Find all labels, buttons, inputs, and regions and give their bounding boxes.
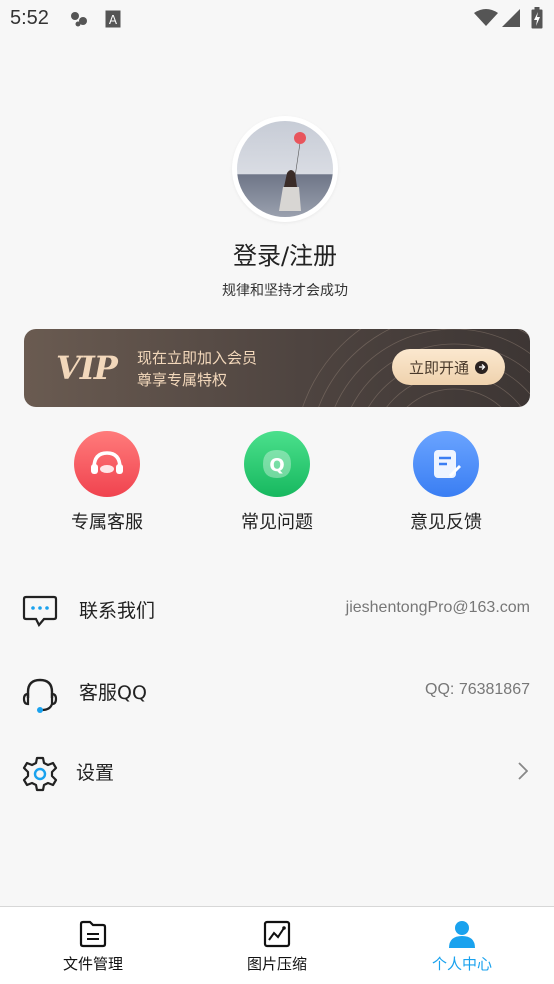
tab-personal-center[interactable]: 个人中心 bbox=[397, 907, 527, 984]
vip-line-2: 尊享专属特权 bbox=[137, 371, 228, 389]
tab-image-compress[interactable]: 图片压缩 bbox=[212, 907, 342, 984]
gear-icon bbox=[22, 756, 58, 792]
battery-icon bbox=[531, 7, 543, 29]
connection-icon bbox=[71, 12, 87, 27]
avatar-image bbox=[237, 121, 333, 217]
feature-customer-service[interactable]: 专属客服 bbox=[52, 431, 162, 534]
profile-slogan: 规律和坚持才会成功 bbox=[222, 283, 348, 299]
tab-file-management[interactable]: 文件管理 bbox=[28, 907, 158, 984]
faq-icon: Q bbox=[244, 431, 310, 497]
settings-row[interactable]: 设置 bbox=[0, 742, 554, 802]
avatar[interactable] bbox=[232, 116, 338, 222]
vip-line-1: 现在立即加入会员 bbox=[137, 349, 258, 367]
file-icon bbox=[78, 919, 108, 949]
text-a-icon: A bbox=[105, 10, 121, 28]
svg-text:A: A bbox=[109, 13, 118, 27]
feature-customer-service-label: 专属客服 bbox=[71, 512, 143, 533]
feedback-icon bbox=[413, 431, 479, 497]
headset-icon bbox=[74, 431, 140, 497]
customer-qq-label: 客服QQ bbox=[79, 682, 147, 704]
contact-us-row[interactable]: 联系我们 jieshentongPro@163.com bbox=[0, 580, 554, 640]
bottom-tab-bar: 文件管理 图片压缩 个人中心 bbox=[0, 906, 554, 984]
person-icon bbox=[447, 919, 477, 949]
image-chart-icon bbox=[262, 919, 292, 949]
tab-image-compress-label: 图片压缩 bbox=[246, 955, 307, 973]
vip-banner[interactable]: VIP 现在立即加入会员 尊享专属特权 立即开通 bbox=[24, 329, 530, 407]
tab-personal-center-label: 个人中心 bbox=[431, 955, 492, 973]
chevron-right-icon bbox=[518, 762, 528, 780]
wifi-icon bbox=[474, 9, 498, 26]
status-time: 5:52 bbox=[10, 7, 49, 29]
settings-label: 设置 bbox=[76, 762, 115, 784]
signal-icon bbox=[502, 9, 520, 27]
message-icon bbox=[22, 595, 58, 627]
vip-logo: VIP bbox=[56, 349, 118, 387]
feature-faq[interactable]: Q 常见问题 bbox=[222, 431, 332, 534]
feature-faq-label: 常见问题 bbox=[241, 512, 313, 533]
customer-qq-row[interactable]: 客服QQ QQ: 76381867 bbox=[0, 662, 554, 722]
svg-text:Q: Q bbox=[269, 455, 284, 476]
headset-line-icon bbox=[22, 678, 58, 713]
status-bar: 5:52 A bbox=[0, 0, 554, 38]
login-register-title[interactable]: 登录/注册 bbox=[0, 236, 554, 271]
contact-email: jieshentongPro@163.com bbox=[345, 599, 530, 616]
customer-qq-number: QQ: 76381867 bbox=[425, 681, 530, 698]
contact-us-label: 联系我们 bbox=[79, 600, 156, 622]
feature-feedback-label: 意见反馈 bbox=[410, 512, 482, 533]
feature-feedback[interactable]: 意见反馈 bbox=[391, 431, 501, 534]
tab-file-management-label: 文件管理 bbox=[62, 955, 123, 973]
vip-open-button[interactable]: 立即开通 bbox=[392, 349, 505, 385]
arrow-right-circle-icon bbox=[475, 360, 488, 374]
vip-open-button-label: 立即开通 bbox=[408, 358, 469, 377]
